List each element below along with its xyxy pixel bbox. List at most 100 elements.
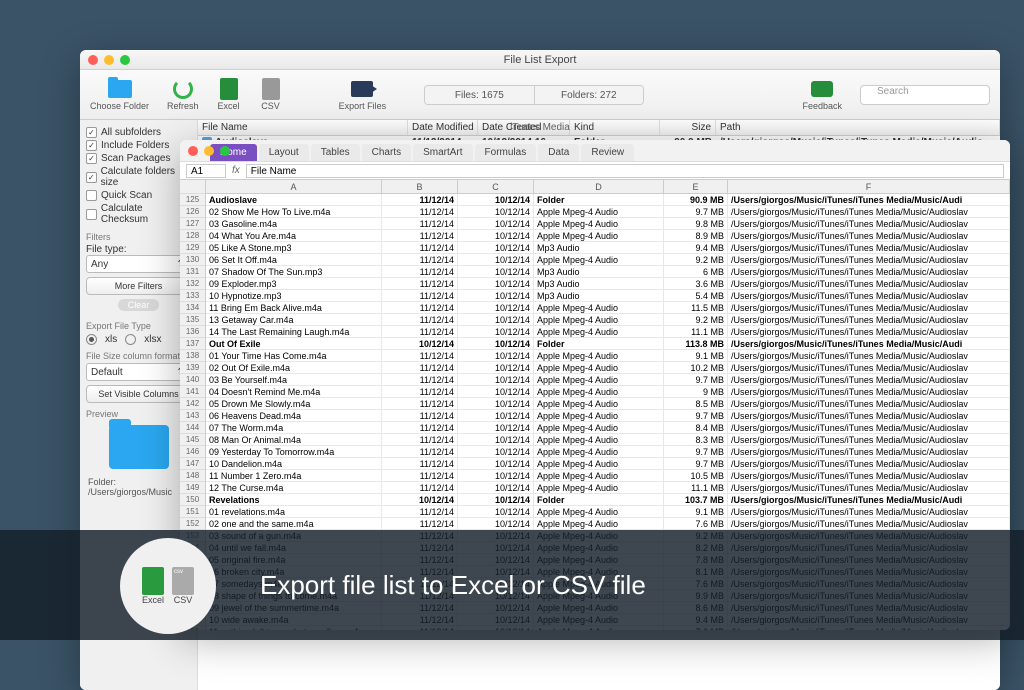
row-number[interactable]: 150 (180, 494, 205, 506)
ribbon-tab[interactable]: Tables (311, 144, 360, 161)
row-number[interactable]: 149 (180, 482, 205, 494)
grid-row[interactable]: 11 Number 1 Zero.m4a11/12/1410/12/14Appl… (206, 470, 1010, 482)
stats-title: iTunes Media (510, 122, 570, 133)
checkbox-row[interactable]: Quick Scan (86, 189, 191, 202)
cell-value[interactable]: File Name (246, 164, 1004, 178)
grid-row[interactable]: 05 Like A Stone.mp311/12/1410/12/14Mp3 A… (206, 242, 1010, 254)
csv-button[interactable]: CSV (259, 79, 283, 111)
grid-row[interactable]: 02 Out Of Exile.m4a11/12/1410/12/14Apple… (206, 362, 1010, 374)
row-number[interactable]: 141 (180, 386, 205, 398)
export-files-button[interactable]: Export Files (339, 79, 387, 111)
grid-row[interactable]: 10 Dandelion.m4a11/12/1410/12/14Apple Mp… (206, 458, 1010, 470)
mini-excel-icon (142, 567, 164, 595)
grid-row[interactable]: 03 Gasoline.m4a11/12/1410/12/14Apple Mpe… (206, 218, 1010, 230)
column-header[interactable]: F (728, 180, 1010, 194)
grid-row[interactable]: 08 Man Or Animal.m4a11/12/1410/12/14Appl… (206, 434, 1010, 446)
grid-row[interactable]: 01 revelations.m4a11/12/1410/12/14Apple … (206, 506, 1010, 518)
refresh-button[interactable]: Refresh (167, 79, 199, 111)
row-number[interactable]: 147 (180, 458, 205, 470)
column-header[interactable]: D (534, 180, 664, 194)
radio-xls[interactable] (86, 334, 97, 345)
table-header[interactable]: File Name Date Modified Date Created Kin… (198, 120, 1000, 136)
grid-row[interactable]: 02 one and the same.m4a11/12/1410/12/14A… (206, 518, 1010, 530)
set-visible-columns-button[interactable]: Set Visible Columns (86, 385, 191, 403)
grid-row[interactable]: 09 Yesterday To Tomorrow.m4a11/12/1410/1… (206, 446, 1010, 458)
filetype-select[interactable]: Any⇅ (86, 255, 191, 273)
grid-row[interactable]: 03 Be Yourself.m4a11/12/1410/12/14Apple … (206, 374, 1010, 386)
row-number[interactable]: 129 (180, 242, 205, 254)
ribbon-tab[interactable]: SmartArt (413, 144, 472, 161)
column-header[interactable]: A (206, 180, 382, 194)
row-number[interactable]: 134 (180, 302, 205, 314)
grid-row[interactable]: 04 Doesn't Remind Me.m4a11/12/1410/12/14… (206, 386, 1010, 398)
row-number[interactable]: 148 (180, 470, 205, 482)
choose-folder-button[interactable]: Choose Folder (90, 79, 149, 111)
row-number[interactable]: 126 (180, 206, 205, 218)
grid-row[interactable]: 10 Hypnotize.mp311/12/1410/12/14Mp3 Audi… (206, 290, 1010, 302)
row-number[interactable]: 144 (180, 422, 205, 434)
grid-row[interactable]: 02 Show Me How To Live.m4a11/12/1410/12/… (206, 206, 1010, 218)
checkbox-row[interactable]: ✓Calculate folders size (86, 165, 191, 189)
ribbon-tab[interactable]: Data (538, 144, 579, 161)
row-number[interactable]: 133 (180, 290, 205, 302)
grid-row[interactable]: 13 Getaway Car.m4a11/12/1410/12/14Apple … (206, 314, 1010, 326)
grid-row[interactable]: Audioslave11/12/1410/12/14Folder90.9 MB/… (206, 194, 1010, 206)
column-header[interactable]: E (664, 180, 728, 194)
grid-row[interactable]: 11 Bring Em Back Alive.m4a11/12/1410/12/… (206, 302, 1010, 314)
ribbon-tab[interactable]: Charts (362, 144, 411, 161)
row-number[interactable]: 151 (180, 506, 205, 518)
grid-row[interactable]: 09 Exploder.mp311/12/1410/12/14Mp3 Audio… (206, 278, 1010, 290)
row-number[interactable]: 132 (180, 278, 205, 290)
cell-reference[interactable]: A1 (186, 164, 226, 178)
checkbox-row[interactable]: Calculate Checksum (86, 202, 191, 226)
ribbon-tab[interactable]: Formulas (475, 144, 537, 161)
clear-button[interactable]: Clear (118, 299, 160, 311)
row-number[interactable]: 152 (180, 518, 205, 530)
radio-xlsx[interactable] (125, 334, 136, 345)
row-number[interactable]: 146 (180, 446, 205, 458)
row-number[interactable]: 135 (180, 314, 205, 326)
grid-row[interactable]: 14 The Last Remaining Laugh.m4a11/12/141… (206, 326, 1010, 338)
row-number[interactable]: 128 (180, 230, 205, 242)
row-number[interactable]: 131 (180, 266, 205, 278)
checkbox-row[interactable]: ✓All subfolders (86, 126, 191, 139)
grid-row[interactable]: 05 Drown Me Slowly.m4a11/12/1410/12/14Ap… (206, 398, 1010, 410)
grid-row[interactable]: 06 Set It Off.m4a11/12/1410/12/14Apple M… (206, 254, 1010, 266)
grid-row[interactable]: Revelations10/12/1410/12/14Folder103.7 M… (206, 494, 1010, 506)
grid-row[interactable]: 06 Heavens Dead.m4a11/12/1410/12/14Apple… (206, 410, 1010, 422)
row-number[interactable]: 137 (180, 338, 205, 350)
row-number[interactable]: 130 (180, 254, 205, 266)
search-input[interactable]: Search (860, 85, 990, 105)
row-number[interactable]: 143 (180, 410, 205, 422)
feedback-button[interactable]: Feedback (802, 79, 842, 111)
checkbox-row[interactable]: ✓Scan Packages (86, 152, 191, 165)
row-number[interactable]: 140 (180, 374, 205, 386)
row-number[interactable]: 138 (180, 350, 205, 362)
grid-row[interactable]: 07 Shadow Of The Sun.mp311/12/1410/12/14… (206, 266, 1010, 278)
export-type-heading: Export File Type (86, 321, 191, 331)
row-number[interactable]: 136 (180, 326, 205, 338)
checkbox-row[interactable]: ✓Include Folders (86, 139, 191, 152)
excel-traffic-lights[interactable] (188, 146, 230, 156)
column-header[interactable]: C (458, 180, 534, 194)
row-number[interactable]: 125 (180, 194, 205, 206)
filesize-select[interactable]: Default⇅ (86, 363, 191, 381)
more-filters-button[interactable]: More Filters (86, 277, 191, 295)
checkbox-icon: ✓ (86, 153, 97, 164)
row-number[interactable]: 142 (180, 398, 205, 410)
grid-row[interactable]: 07 The Worm.m4a11/12/1410/12/14Apple Mpe… (206, 422, 1010, 434)
excel-button[interactable]: Excel (217, 79, 241, 111)
ribbon-tab[interactable]: Review (581, 144, 634, 161)
row-number[interactable]: 127 (180, 218, 205, 230)
row-number[interactable]: 139 (180, 362, 205, 374)
row-number[interactable]: 145 (180, 434, 205, 446)
grid-row[interactable]: 04 What You Are.m4a11/12/1410/12/14Apple… (206, 230, 1010, 242)
traffic-lights[interactable] (88, 55, 130, 65)
column-header[interactable]: B (382, 180, 458, 194)
excel-titlebar: Files.xls HomeLayoutTablesChartsSmartArt… (180, 140, 1010, 162)
grid-row[interactable]: 12 The Curse.m4a11/12/1410/12/14Apple Mp… (206, 482, 1010, 494)
ribbon-tab[interactable]: Layout (259, 144, 309, 161)
grid-row[interactable]: Out Of Exile10/12/1410/12/14Folder113.8 … (206, 338, 1010, 350)
grid-row[interactable]: 01 Your Time Has Come.m4a11/12/1410/12/1… (206, 350, 1010, 362)
preview-heading: Preview (86, 409, 191, 419)
